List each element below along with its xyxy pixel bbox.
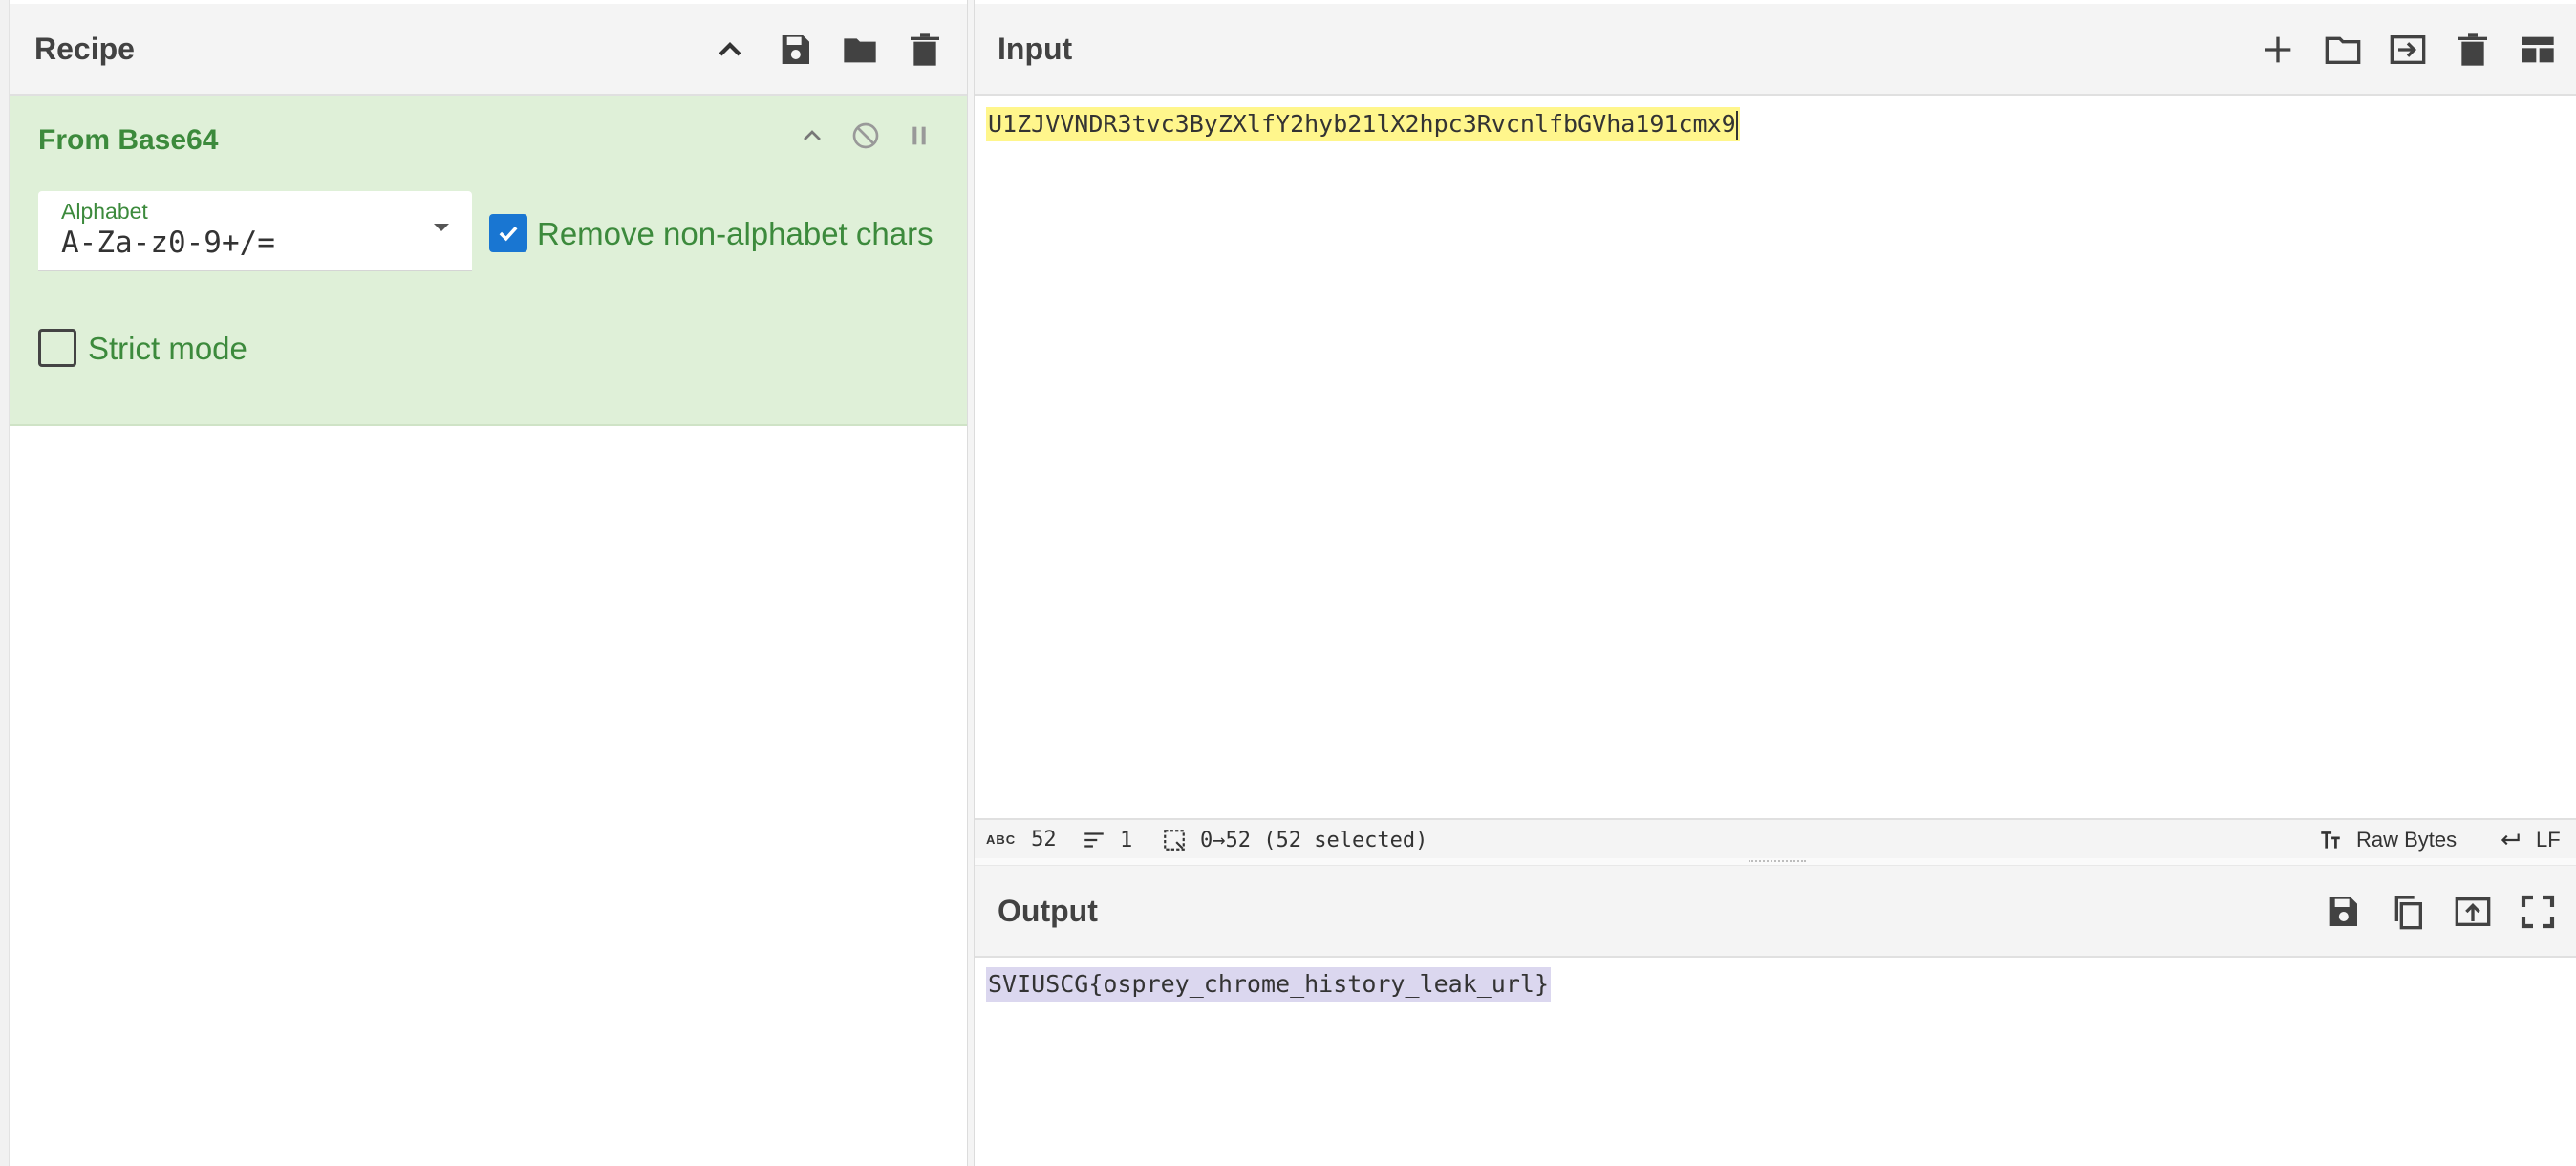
remove-non-alphabet-label: Remove non-alphabet chars xyxy=(537,216,934,251)
column-resize-handle[interactable] xyxy=(967,0,975,1166)
encoding-selector[interactable]: Raw Bytes xyxy=(2318,828,2457,853)
alphabet-select[interactable]: Alphabet A-Za-z0-9+/= xyxy=(38,191,472,271)
input-text-value: U1ZJVVNDR3tvc3ByZXlfY2hyb21lX2hpc3Rvcnlf… xyxy=(988,110,1736,138)
layout-icon[interactable] xyxy=(2515,27,2561,73)
selection-icon xyxy=(1164,830,1185,851)
folder-icon[interactable] xyxy=(837,27,883,73)
chevron-down-icon xyxy=(434,224,449,231)
operation-title: From Base64 xyxy=(38,124,219,156)
pause-icon[interactable] xyxy=(900,117,938,155)
remove-non-alphabet-checkbox[interactable] xyxy=(489,214,527,252)
selection-stat: 0→52 (52 selected) xyxy=(1162,828,1428,853)
left-resize-gutter[interactable] xyxy=(0,0,10,1166)
abc-icon: ABC xyxy=(986,832,1017,847)
io-pane: Input U1ZJVVNDR3tvc3ByZXlfY2hyb21lX2hpc3… xyxy=(975,0,2576,1166)
length-value: 52 xyxy=(1031,828,1057,852)
strict-mode-label: Strict mode xyxy=(88,331,247,366)
output-header: Output xyxy=(975,866,2576,958)
save-icon[interactable] xyxy=(772,27,818,73)
output-title: Output xyxy=(998,893,1098,928)
recipe-title: Recipe xyxy=(34,31,135,66)
disable-icon[interactable] xyxy=(847,117,885,155)
strict-mode-checkbox[interactable] xyxy=(38,329,76,367)
length-stat: ABC 52 xyxy=(986,828,1057,852)
recipe-pane: Recipe From Base64 Alphabet A-Za-z0-9+/=… xyxy=(0,0,967,1166)
copy-icon[interactable] xyxy=(2385,889,2431,935)
save-icon[interactable] xyxy=(2320,889,2366,935)
plus-icon[interactable] xyxy=(2255,27,2301,73)
input-title: Input xyxy=(998,31,1073,66)
drag-dots xyxy=(1749,860,1806,864)
from-base64-operation[interactable]: From Base64 Alphabet A-Za-z0-9+/= Remove… xyxy=(10,96,967,426)
encoding-value: Raw Bytes xyxy=(2356,828,2458,852)
output-toolbar xyxy=(2301,866,2561,958)
output-text: SVIUSCG{osprey_chrome_history_leak_url} xyxy=(986,967,1551,1002)
recipe-toolbar xyxy=(688,4,948,96)
chevron-up-icon[interactable] xyxy=(707,27,753,73)
chevron-up-icon[interactable] xyxy=(793,117,831,155)
input-header: Input xyxy=(975,4,2576,96)
recipe-header: Recipe xyxy=(10,4,967,96)
alphabet-value: A-Za-z0-9+/= xyxy=(61,226,275,260)
lines-icon xyxy=(1084,832,1104,848)
input-to-output-icon[interactable] xyxy=(2385,27,2431,73)
text-caret xyxy=(1735,111,1738,140)
text-format-icon xyxy=(2321,831,2340,849)
input-textarea[interactable]: U1ZJVVNDR3tvc3ByZXlfY2hyb21lX2hpc3Rvcnlf… xyxy=(975,96,2576,906)
selection-value: 0→52 (52 selected) xyxy=(1200,828,1428,853)
input-toolbar xyxy=(2236,4,2561,96)
io-resize-handle[interactable] xyxy=(975,858,2576,866)
fullscreen-icon[interactable] xyxy=(2515,889,2561,935)
eol-value: LF xyxy=(2536,828,2561,852)
lines-value: 1 xyxy=(1120,828,1133,853)
trash-icon[interactable] xyxy=(902,27,948,73)
eol-selector[interactable]: LF xyxy=(2498,828,2561,853)
input-status-bar: ABC 52 1 0→52 (52 selected) Raw Bytes LF xyxy=(975,818,2576,858)
lines-stat: 1 xyxy=(1082,828,1132,853)
folder-icon[interactable] xyxy=(2320,27,2366,73)
replace-input-icon[interactable] xyxy=(2450,889,2496,935)
output-textarea[interactable]: SVIUSCG{osprey_chrome_history_leak_url} xyxy=(975,958,2576,1166)
trash-icon[interactable] xyxy=(2450,27,2496,73)
input-text: U1ZJVVNDR3tvc3ByZXlfY2hyb21lX2hpc3Rvcnlf… xyxy=(986,107,1740,141)
operation-controls xyxy=(778,117,938,155)
alphabet-label: Alphabet xyxy=(61,199,148,224)
return-icon xyxy=(2501,833,2520,846)
